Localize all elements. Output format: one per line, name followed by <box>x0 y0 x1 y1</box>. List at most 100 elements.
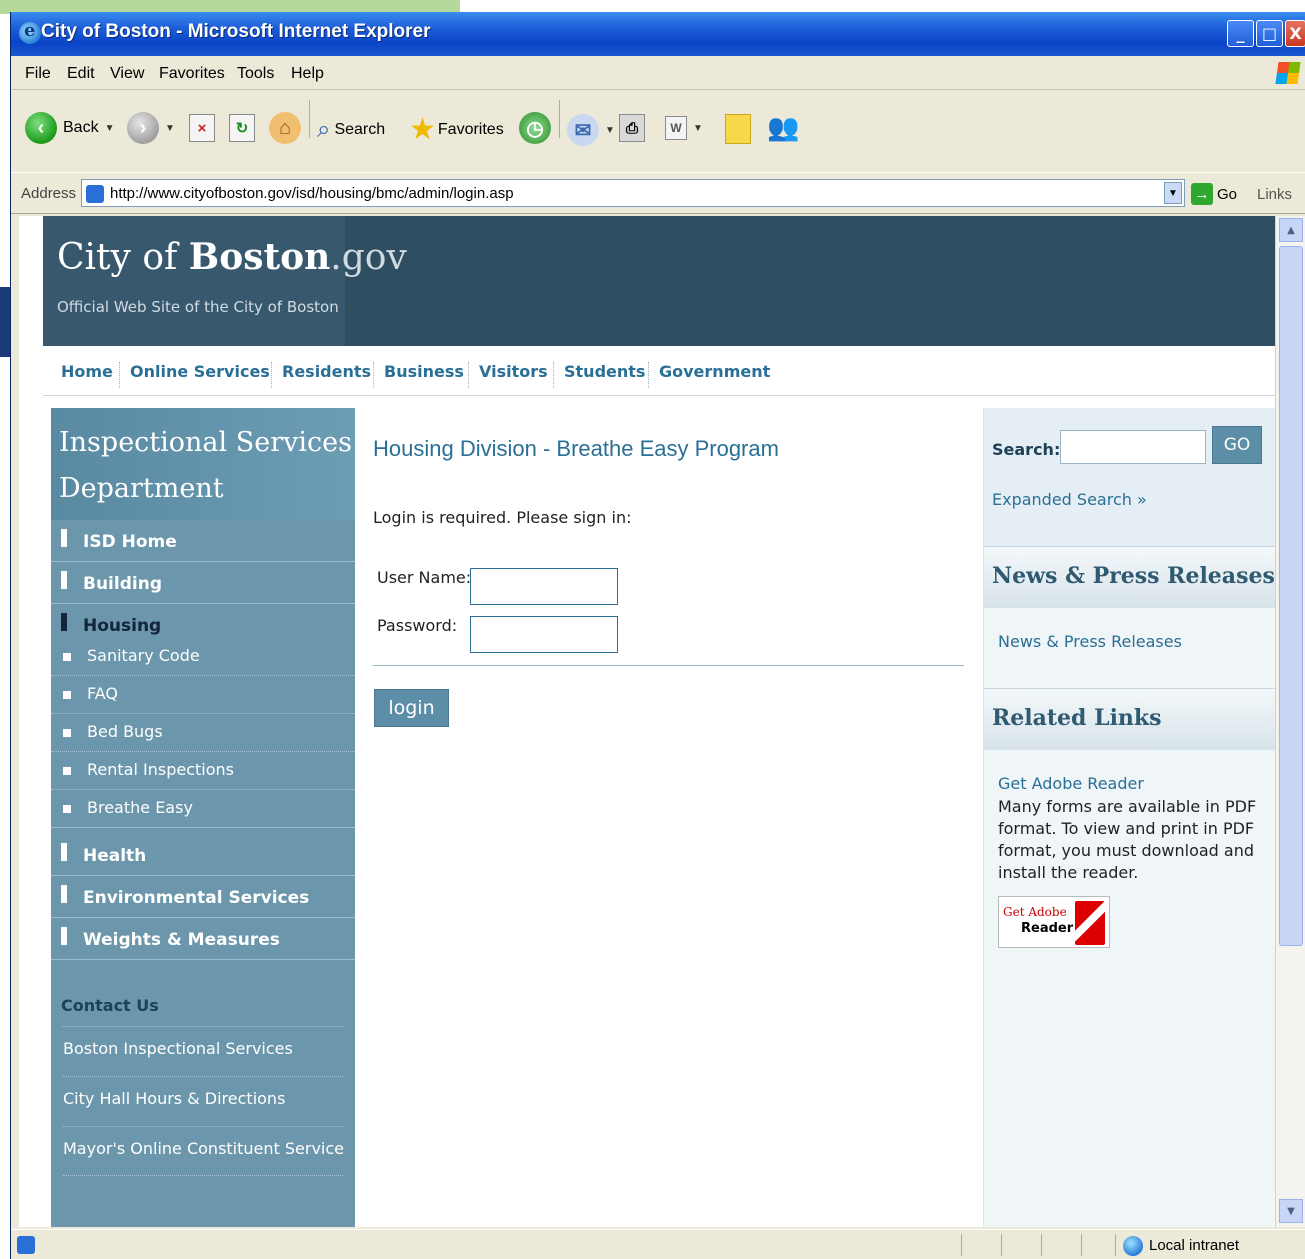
sidebar-item-housing[interactable]: Housing <box>51 604 355 638</box>
menu-edit[interactable]: Edit <box>67 65 95 83</box>
contact-link-label: City Hall Hours & Directions <box>63 1089 286 1108</box>
mail-dropdown-icon[interactable]: ▼ <box>605 125 615 136</box>
sidebar-subitem-label: Breathe Easy <box>87 798 193 817</box>
home-icon: ⌂ <box>269 112 301 144</box>
bullet-square-icon <box>63 729 71 737</box>
sidebar-subitem-breathe-easy[interactable]: Breathe Easy <box>51 790 355 828</box>
left-sidebar: Inspectional Services Department ISD Hom… <box>51 408 355 1227</box>
close-icon: X <box>1289 24 1302 43</box>
status-separator <box>1041 1234 1042 1256</box>
mail-button[interactable]: ✉ ▼ <box>567 114 615 146</box>
site-search-go-button[interactable]: GO <box>1212 426 1262 464</box>
department-title: Inspectional Services Department <box>59 420 352 512</box>
sidebar-item-building[interactable]: Building <box>51 562 355 604</box>
title-bar: City of Boston - Microsoft Internet Expl… <box>11 12 1305 56</box>
logo-of: of <box>130 237 189 278</box>
bullet-bar-icon <box>61 885 67 903</box>
search-button[interactable]: ⌕ Search <box>317 116 385 144</box>
contact-link-mayor[interactable]: Mayor's Online Constituent Service <box>63 1126 344 1176</box>
edit-dropdown-icon[interactable]: ▼ <box>693 123 703 134</box>
department-title-line2: Department <box>59 473 224 504</box>
nav-residents[interactable]: Residents <box>282 362 371 381</box>
minimize-icon: _ <box>1236 24 1245 43</box>
bullet-bar-icon <box>61 613 67 631</box>
mail-icon: ✉ <box>567 114 599 146</box>
nav-business[interactable]: Business <box>384 362 464 381</box>
address-label: Address <box>21 185 77 202</box>
address-dropdown-icon[interactable]: ▼ <box>1164 182 1182 204</box>
sidebar-item-health[interactable]: Health <box>51 834 355 876</box>
menu-help[interactable]: Help <box>291 65 324 83</box>
logo-panel: City of Boston.gov Official Web Site of … <box>43 216 407 346</box>
news-link[interactable]: News & Press Releases <box>998 632 1182 651</box>
nav-students[interactable]: Students <box>564 362 645 381</box>
window-title: City of Boston - Microsoft Internet Expl… <box>41 21 431 42</box>
sidebar-subitem-faq[interactable]: FAQ <box>51 676 355 714</box>
nav-online-services[interactable]: Online Services <box>130 362 270 381</box>
edit-button[interactable]: W ▼ <box>665 116 703 140</box>
get-adobe-reader-badge[interactable]: Get Adobe Reader <box>998 896 1110 948</box>
browser-window: City of Boston - Microsoft Internet Expl… <box>10 12 1305 1259</box>
menu-file[interactable]: File <box>25 65 51 83</box>
menu-tools[interactable]: Tools <box>237 65 274 83</box>
menu-view[interactable]: View <box>110 65 144 83</box>
back-dropdown-icon[interactable]: ▼ <box>105 123 115 134</box>
vertical-scrollbar[interactable]: ▲ ▼ <box>1275 216 1305 1227</box>
expanded-search-link[interactable]: Expanded Search » <box>992 490 1147 509</box>
adobe-reader-link[interactable]: Get Adobe Reader <box>998 774 1144 793</box>
favorites-label: Favorites <box>437 120 504 138</box>
sidebar-item-label: Health <box>83 846 147 866</box>
sidebar-subitem-label: Bed Bugs <box>87 722 163 741</box>
scroll-down-icon[interactable]: ▼ <box>1279 1199 1303 1223</box>
sidebar-subitem-bed-bugs[interactable]: Bed Bugs <box>51 714 355 752</box>
close-button[interactable]: X <box>1285 20 1305 47</box>
sidebar-item-label: Building <box>83 574 162 594</box>
forward-button[interactable]: › ▼ <box>127 112 175 144</box>
username-input[interactable] <box>470 568 618 605</box>
scroll-thumb[interactable] <box>1279 246 1303 946</box>
login-button[interactable]: login <box>374 689 449 727</box>
site-logo[interactable]: City of Boston.gov <box>57 236 407 278</box>
history-button[interactable]: ◷ <box>519 112 551 144</box>
messenger-button[interactable]: 👥 <box>767 112 799 143</box>
ie-icon <box>19 20 41 44</box>
nav-government[interactable]: Government <box>659 362 770 381</box>
password-input[interactable] <box>470 616 618 653</box>
site-search-input[interactable] <box>1060 430 1206 464</box>
nav-visitors[interactable]: Visitors <box>479 362 548 381</box>
news-heading[interactable]: News & Press Releases » <box>984 546 1275 608</box>
home-button[interactable]: ⌂ <box>269 112 301 144</box>
maximize-button[interactable]: □ <box>1256 20 1283 47</box>
minimize-button[interactable]: _ <box>1227 20 1254 47</box>
logo-gov: .gov <box>330 237 407 278</box>
bullet-bar-icon <box>61 843 67 861</box>
scroll-up-icon[interactable]: ▲ <box>1279 218 1303 242</box>
bullet-square-icon <box>63 767 71 775</box>
related-links-heading-label: Related Links <box>992 705 1162 731</box>
favorites-button[interactable]: ★ Favorites <box>409 112 504 147</box>
links-button[interactable]: Links <box>1257 186 1292 203</box>
sidebar-item-weights-measures[interactable]: Weights & Measures <box>51 918 355 960</box>
contact-link-city-hall[interactable]: City Hall Hours & Directions <box>63 1076 343 1126</box>
sidebar-subitem-sanitary-code[interactable]: Sanitary Code <box>51 638 355 676</box>
menu-favorites[interactable]: Favorites <box>159 65 225 83</box>
print-button[interactable]: ⎙ <box>619 114 645 142</box>
page-viewport: City of Boston.gov Official Web Site of … <box>19 216 1275 1227</box>
back-button[interactable]: ‹ Back ▼ <box>25 112 114 144</box>
sidebar-item-environmental-services[interactable]: Environmental Services <box>51 876 355 918</box>
forward-dropdown-icon[interactable]: ▼ <box>165 123 175 134</box>
discuss-button[interactable] <box>725 114 751 144</box>
stop-button[interactable]: × <box>189 114 215 142</box>
nav-divider <box>553 362 554 388</box>
intranet-globe-icon <box>1123 1236 1143 1256</box>
nav-home[interactable]: Home <box>61 362 113 381</box>
sidebar-item-isd-home[interactable]: ISD Home <box>51 520 355 562</box>
contact-link-boston-isd[interactable]: Boston Inspectional Services <box>63 1026 343 1076</box>
go-arrow-icon[interactable]: → <box>1191 183 1213 205</box>
site-search-panel: Search: GO Expanded Search » <box>984 408 1275 546</box>
adobe-reader-description: Many forms are available in PDF format. … <box>998 797 1257 882</box>
sidebar-subitem-rental-inspections[interactable]: Rental Inspections <box>51 752 355 790</box>
go-button[interactable]: Go <box>1217 186 1237 203</box>
refresh-button[interactable]: ↻ <box>229 114 255 142</box>
address-input[interactable]: http://www.cityofboston.gov/isd/housing/… <box>81 179 1185 207</box>
